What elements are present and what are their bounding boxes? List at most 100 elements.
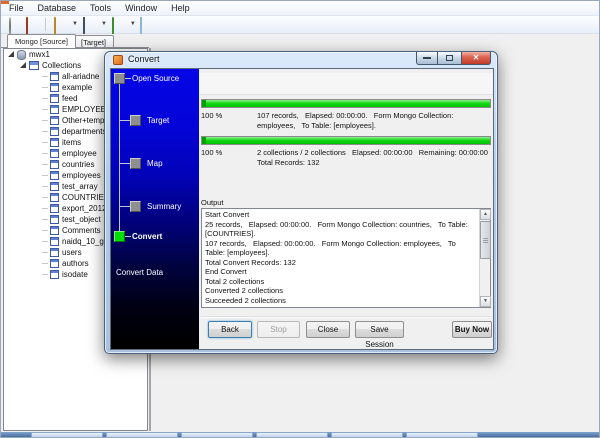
step-label-summary[interactable]: Summary <box>147 202 181 211</box>
output-label: Output <box>201 198 224 207</box>
collection-progress-bar <box>201 99 491 108</box>
collection-progress-percent: 100 % <box>201 111 257 130</box>
tree-connector <box>42 87 48 88</box>
view-icon[interactable] <box>111 18 125 31</box>
grid-view-icon[interactable] <box>140 18 154 31</box>
close-button[interactable]: Close <box>306 321 350 338</box>
tree-leaf-label: example <box>62 82 92 93</box>
output-log-text: Start Convert 25 records, Elapsed: 00:00… <box>205 210 477 306</box>
tree-connector <box>42 241 48 242</box>
collection-table-icon <box>50 94 59 103</box>
minimize-button[interactable] <box>416 52 438 65</box>
menu-window[interactable]: Window <box>125 3 157 13</box>
collection-table-icon <box>50 127 59 136</box>
collection-table-icon <box>50 171 59 180</box>
collection-table-icon <box>50 248 59 257</box>
step-label-open-source[interactable]: Open Source <box>132 74 179 83</box>
toolbar: ▼ ▼ ▼ <box>1 16 600 34</box>
save-session-button[interactable]: Save Session <box>355 321 404 338</box>
tree-connector <box>42 274 48 275</box>
expander-icon[interactable] <box>8 51 14 57</box>
tree-connector <box>42 197 48 198</box>
taskbar-button[interactable] <box>331 432 403 438</box>
stop-button: Stop <box>257 321 300 338</box>
tree-connector <box>42 186 48 187</box>
taskbar-button[interactable] <box>181 432 253 438</box>
wizard-connector-line <box>120 120 130 121</box>
back-button[interactable]: Back <box>208 321 252 338</box>
close-icon[interactable]: ✕ <box>461 52 491 65</box>
buy-now-button[interactable]: Buy Now <box>452 321 492 338</box>
collection-table-icon <box>50 72 59 81</box>
tree-leaf-label: authors <box>62 258 89 269</box>
tree-connector <box>42 98 48 99</box>
tree-connector <box>42 208 48 209</box>
collection-table-icon <box>50 138 59 147</box>
collection-table-icon <box>50 237 59 246</box>
tree-connector <box>42 76 48 77</box>
taskbar-button[interactable] <box>406 432 478 438</box>
collection-table-icon <box>50 270 59 279</box>
disconnect-icon[interactable] <box>24 18 38 31</box>
tree-leaf-label: naidq_10_gd <box>62 236 108 247</box>
menu-file[interactable]: File <box>9 3 24 13</box>
output-log[interactable]: Start Convert 25 records, Elapsed: 00:00… <box>201 208 491 308</box>
tree-leaf-label: test_array <box>62 181 98 192</box>
taskbar-button[interactable] <box>106 432 178 438</box>
collection-table-icon <box>50 149 59 158</box>
collection-progress-text: 107 records, Elapsed: 00:00:00. Form Mon… <box>257 111 493 130</box>
dialog-title-bar[interactable]: Convert ✕ <box>105 52 497 68</box>
output-scrollbar[interactable]: ▲ ▼ <box>479 209 490 307</box>
map-wizard-icon[interactable] <box>82 18 96 31</box>
collection-table-icon <box>50 160 59 169</box>
tab-mongo-source[interactable]: Mongo [Source] <box>7 34 76 48</box>
expander-icon[interactable] <box>20 62 26 68</box>
taskbar-button[interactable] <box>31 432 103 438</box>
chevron-down-icon[interactable]: ▼ <box>101 18 107 31</box>
toolbar-separator <box>45 18 46 31</box>
collection-table-icon <box>50 83 59 92</box>
convert-dialog: Convert ✕ Open Source Target <box>104 51 498 354</box>
tree-connector <box>42 164 48 165</box>
tree-leaf-label: users <box>62 247 82 258</box>
maximize-button[interactable] <box>438 52 461 65</box>
tree-leaf-label: isodate <box>62 269 88 280</box>
tree-connector <box>42 252 48 253</box>
collection-table-icon <box>50 182 59 191</box>
tree-connector <box>42 120 48 121</box>
wizard-connector-line <box>119 84 120 232</box>
collection-table-icon <box>50 226 59 235</box>
step-label-map[interactable]: Map <box>147 159 163 168</box>
scroll-up-icon[interactable]: ▲ <box>480 209 491 220</box>
tree-node-label: mwx1 <box>29 49 50 60</box>
step-marker-convert-active <box>114 231 125 242</box>
tree-connector <box>42 230 48 231</box>
wizard-connector-line <box>120 163 130 164</box>
tree-connector <box>42 109 48 110</box>
taskbar-button[interactable] <box>256 432 328 438</box>
menu-tools[interactable]: Tools <box>90 3 111 13</box>
tree-leaf-label: all-ariadne <box>62 71 99 82</box>
step-marker-target <box>130 115 141 126</box>
scroll-down-icon[interactable]: ▼ <box>480 296 491 307</box>
chevron-down-icon[interactable]: ▼ <box>130 18 136 31</box>
connect-icon[interactable] <box>6 18 20 31</box>
collection-table-icon <box>50 204 59 213</box>
tree-leaf-label: employees <box>62 170 101 181</box>
header-strip <box>200 73 493 95</box>
chevron-down-icon[interactable]: ▼ <box>72 18 78 31</box>
export-wizard-icon[interactable] <box>53 18 67 31</box>
total-progress-percent: 100 % <box>201 148 257 167</box>
step-marker-map <box>130 158 141 169</box>
menu-help[interactable]: Help <box>171 3 190 13</box>
dialog-app-icon <box>113 55 123 65</box>
step-marker-open-source <box>114 73 125 84</box>
step-label-target[interactable]: Target <box>147 116 169 125</box>
wizard-caption: Convert Data <box>116 268 163 277</box>
step-label-convert[interactable]: Convert <box>132 232 162 241</box>
total-progress-bar <box>201 136 491 145</box>
wizard-connector-line <box>125 236 131 237</box>
scrollbar-thumb[interactable] <box>480 221 491 259</box>
menu-database[interactable]: Database <box>38 3 77 13</box>
dialog-content: Open Source Target Map Summary Convert C… <box>110 68 494 350</box>
